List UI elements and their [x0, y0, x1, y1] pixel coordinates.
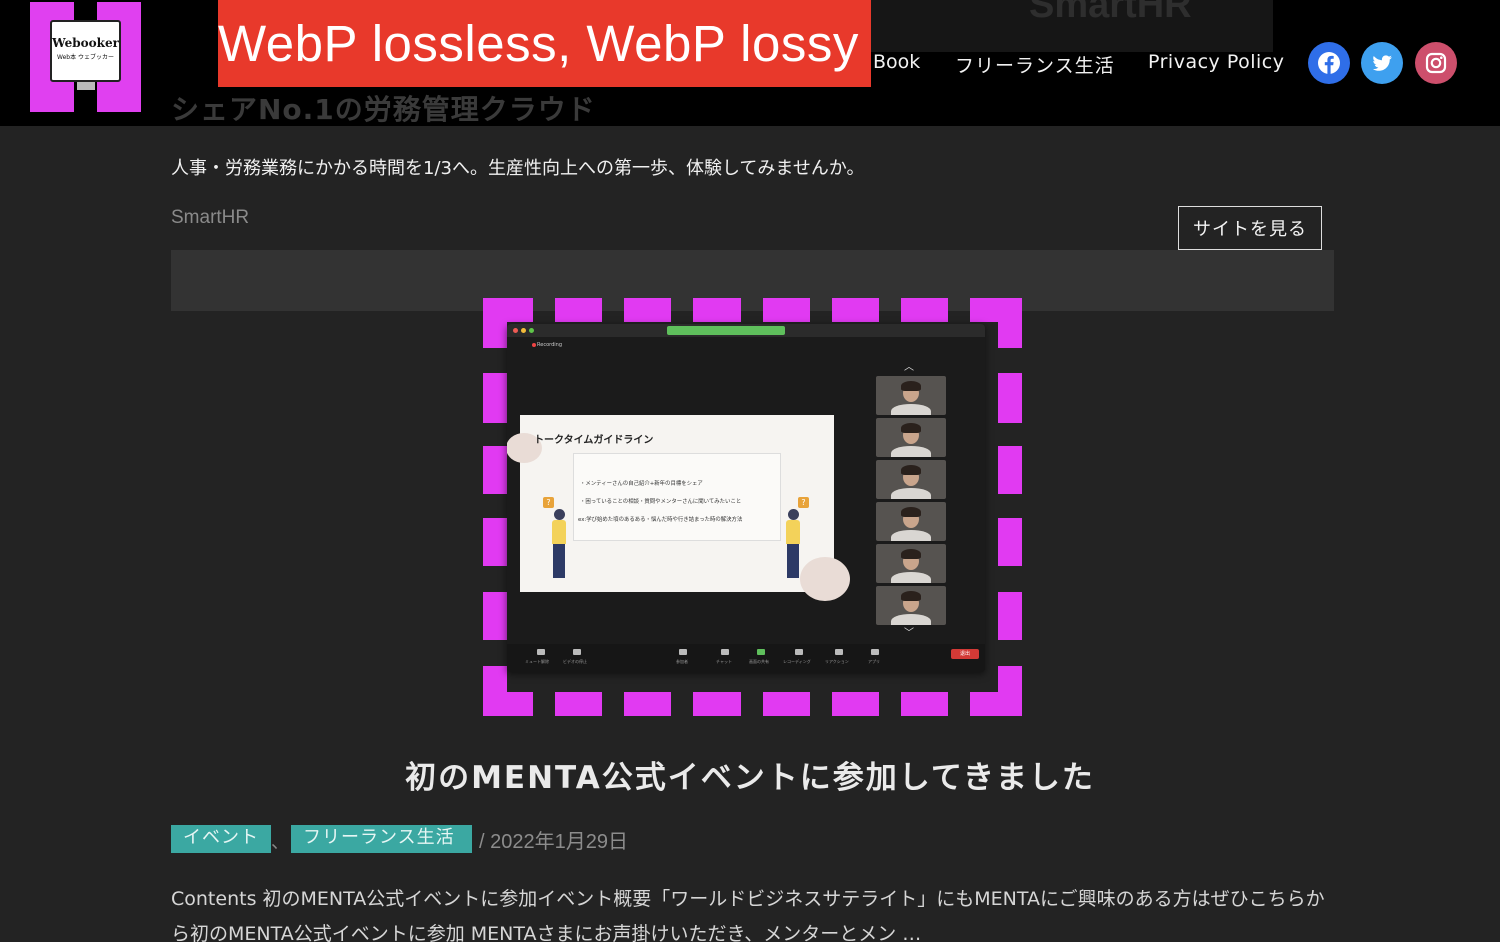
ad-sponsor-name: SmartHR — [171, 207, 250, 228]
top-ad-banner[interactable]: SmartHR — [871, 0, 1273, 52]
toolbar-label-record: レコーディング — [783, 659, 811, 664]
ad-description: 人事・労務業務にかかる時間を1/3へ。生産性向上への第一歩、体験してみませんか。 — [171, 158, 865, 179]
logo-text: Webooker — [52, 36, 119, 50]
view-site-button[interactable]: サイトを見る — [1178, 206, 1322, 250]
post-excerpt: Contents 初のMENTA公式イベントに参加イベント概要「ワールドビジネス… — [171, 888, 1325, 942]
slide-title: トークタイムガイドライン — [534, 435, 654, 446]
tag-separator: 、 — [271, 832, 289, 853]
ad-ghost-tagline: シェアNo.1の労務管理クラウド — [171, 93, 596, 126]
toolbar-label-chat: チャット — [716, 659, 732, 664]
toolbar-label-apps: アプリ — [868, 659, 880, 664]
end-meeting-button: 退出 — [951, 649, 979, 659]
toolbar-label-participants: 参加者 — [676, 659, 688, 664]
toolbar-label-unmute: ミュート解除 — [525, 659, 549, 664]
nav-item-privacy-policy[interactable]: Privacy Policy — [1148, 51, 1284, 77]
nav-item-book[interactable]: Book — [873, 51, 920, 77]
chevron-up-icon: ︿ — [904, 362, 914, 373]
slide-item-1: ・メンティーさんの自己紹介+新年の目標をシェア — [580, 481, 703, 487]
tag-event[interactable]: イベント — [171, 825, 271, 853]
chevron-down-icon: ﹀ — [904, 628, 914, 639]
webp-overlay-banner: WebP lossless, WebP lossy — [218, 0, 871, 87]
logo-subtext: Web本 ウェブッカー — [57, 54, 114, 61]
nav-item-freelance[interactable]: フリーランス生活 — [955, 51, 1115, 77]
twitter-icon[interactable] — [1361, 42, 1403, 84]
top-ad-text: SmartHR — [1029, 0, 1192, 26]
logo-book-icon: Webooker Web本 ウェブッカー — [50, 20, 121, 82]
post-title[interactable]: 初のMENTA公式イベントに参加してきました — [0, 752, 1500, 797]
facebook-icon[interactable] — [1308, 42, 1350, 84]
shared-slide: トークタイムガイドライン ・メンティーさんの自己紹介+新年の目標をシェア ・困っ… — [507, 415, 850, 601]
toolbar-label-share: 画面の共有 — [749, 659, 769, 664]
toolbar-label-reaction: リアクション — [825, 659, 849, 664]
toolbar-label-video: ビデオの停止 — [563, 659, 587, 664]
post-thumbnail[interactable]: Recording トークタイムガイドライン ・メンティーさんの自己紹介+新年の… — [483, 298, 1022, 716]
zoom-toolbar: ミュート解除 ビデオの停止 参加者 チャット 画面の共有 レコーディング リアク… — [507, 644, 985, 672]
webp-overlay-text: WebP lossless, WebP lossy — [218, 15, 859, 72]
slide-item-2: ・困っていることの相談・質問やメンターさんに聞いてみたいこと — [580, 499, 742, 505]
instagram-icon[interactable] — [1415, 42, 1457, 84]
zoom-meeting-screenshot: Recording トークタイムガイドライン ・メンティーさんの自己紹介+新年の… — [507, 324, 985, 672]
tag-freelance[interactable]: フリーランス生活 — [291, 825, 472, 853]
site-logo[interactable]: Webooker Web本 ウェブッカー — [30, 2, 141, 112]
post-date: / 2022年1月29日 — [479, 831, 628, 853]
slide-item-3: ex:学び始めた頃のあるある・悩んだ時や行き詰まった時の解決方法 — [578, 517, 743, 523]
recording-label: Recording — [537, 342, 563, 348]
